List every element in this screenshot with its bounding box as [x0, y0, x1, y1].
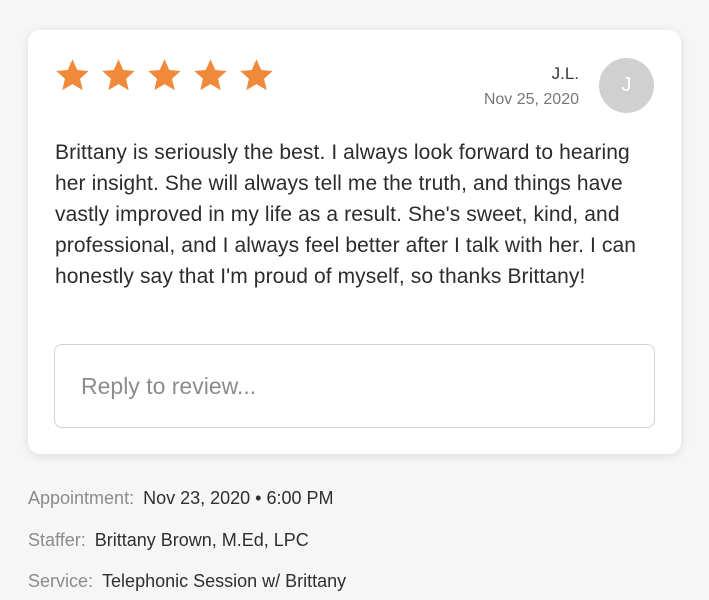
avatar: J [599, 58, 654, 113]
staffer-value: Brittany Brown, M.Ed, LPC [94, 530, 309, 550]
star-icon [100, 57, 137, 94]
service-value: Telephonic Session w/ Brittany [102, 571, 347, 591]
star-rating [54, 57, 275, 94]
avatar-letter: J [621, 74, 632, 96]
review-date: Nov 25, 2020 [483, 91, 579, 108]
appointment-label: Appointment: [28, 488, 135, 508]
staffer-label: Staffer: [28, 530, 86, 550]
reviewer-info: J.L. Nov 25, 2020 [484, 65, 579, 108]
appointment-detail: Appointment: Nov 23, 2020 • 6:00 PM [28, 489, 334, 507]
star-icon [54, 57, 91, 94]
appointment-value: Nov 23, 2020 • 6:00 PM [143, 488, 334, 508]
star-icon [238, 57, 275, 94]
service-label: Service: [28, 571, 94, 591]
star-icon [192, 57, 229, 94]
staffer-detail: Staffer: Brittany Brown, M.Ed, LPC [28, 531, 309, 549]
star-icon [146, 57, 183, 94]
service-detail: Service: Telephonic Session w/ Brittany [28, 572, 346, 590]
reviewer-initials: J.L. [551, 64, 579, 83]
review-card: J.L. Nov 25, 2020 J Brittany is seriousl… [28, 30, 681, 454]
reply-input[interactable] [54, 344, 655, 428]
review-text: Brittany is seriously the best. I always… [55, 141, 637, 288]
